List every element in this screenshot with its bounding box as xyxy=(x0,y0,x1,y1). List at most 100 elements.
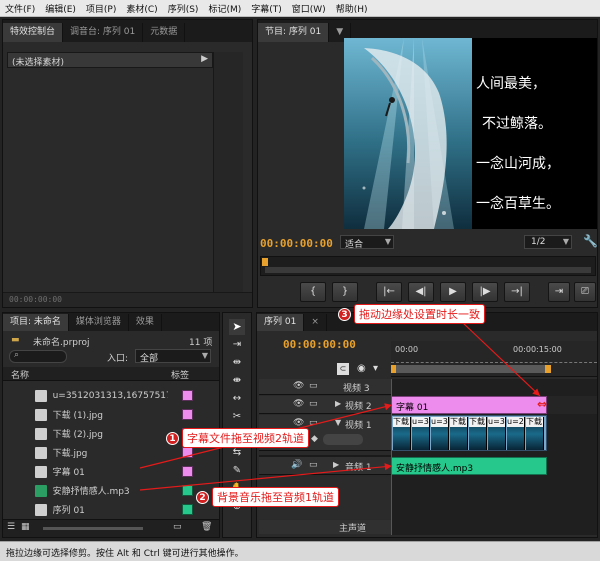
lift-button[interactable]: ⇥ xyxy=(548,282,570,302)
track-label: 主声道 xyxy=(339,524,367,534)
program-timecode[interactable]: 00:00:00:00 xyxy=(260,237,333,250)
label-swatch xyxy=(182,409,194,420)
tab-program[interactable]: 节目: 序列 01 xyxy=(258,23,330,42)
work-area-bar[interactable] xyxy=(391,365,551,373)
playhead-marker[interactable] xyxy=(391,365,396,373)
mark-out-button[interactable]: } xyxy=(332,282,358,302)
zoom-dropdown[interactable]: 1/2 ▼ xyxy=(524,235,572,249)
list-item[interactable]: 下载 (1).jpg xyxy=(3,405,194,424)
rolling-edit-icon[interactable]: ⇼ xyxy=(229,375,245,389)
pen-icon[interactable]: ✎ xyxy=(229,465,245,479)
zoom-slider[interactable] xyxy=(43,527,143,530)
scrub-track xyxy=(265,267,591,273)
callout-number: 1 xyxy=(166,431,179,445)
thumbnail: u=3 xyxy=(412,417,430,450)
premiere-window: 文件(F) 编辑(E) 项目(P) 素材(C) 序列(S) 标记(M) 字幕(T… xyxy=(0,0,600,561)
tab-effect-controls[interactable]: 特效控制台 xyxy=(3,23,64,42)
list-item[interactable]: 安静抒情感人.mp3 xyxy=(3,481,194,500)
tab-media-browser[interactable]: 媒体浏览器 xyxy=(69,314,129,331)
menu-title[interactable]: 字幕(T) xyxy=(246,2,287,15)
menu-help[interactable]: 帮助(H) xyxy=(331,2,373,15)
close-icon[interactable]: × xyxy=(304,314,327,331)
poem-text: 人间最美， 不过鲸落。 一念山河成， 一念百草生。 xyxy=(476,64,596,224)
playhead-marker[interactable] xyxy=(262,258,268,266)
list-view-icon[interactable]: ☰ xyxy=(7,522,15,532)
speaker-icon[interactable]: 🔊 xyxy=(291,460,302,470)
audio-clip[interactable]: 安静抒情感人.mp3 xyxy=(391,457,547,475)
slide-icon[interactable]: ⇆ xyxy=(229,447,245,461)
selection-tool-icon[interactable]: ➤ xyxy=(229,319,245,335)
eye-icon[interactable]: 👁 xyxy=(293,381,304,391)
menu-file[interactable]: 文件(F) xyxy=(0,2,40,15)
entry-dropdown[interactable]: 全部 ▼ xyxy=(135,349,211,364)
marker-icon[interactable]: ◉ xyxy=(357,363,366,374)
fit-dropdown[interactable]: 适合 ▼ xyxy=(340,235,394,250)
go-to-in-button[interactable]: |← xyxy=(376,282,402,302)
ruler-label-15s: 00:00:15:00 xyxy=(513,345,562,354)
menu-project[interactable]: 项目(P) xyxy=(81,2,121,15)
program-video-frame: 人间最美， 不过鲸落。 一念山河成， 一念百草生。 xyxy=(344,38,597,229)
icon-view-icon[interactable]: ▦ xyxy=(21,522,30,532)
menu-marker[interactable]: 标记(M) xyxy=(203,2,246,15)
tab-effects[interactable]: 效果 xyxy=(129,314,162,331)
no-clip-bar: (未选择素材) ▶ xyxy=(7,52,213,68)
ripple-edit-icon[interactable]: ⇹ xyxy=(229,357,245,371)
list-item[interactable]: 下载 (2).jpg xyxy=(3,424,194,443)
lock-icon[interactable]: ▭ xyxy=(309,399,318,409)
expand-arrow-icon[interactable]: ▶ xyxy=(335,399,341,408)
eye-icon[interactable]: 👁 xyxy=(293,418,304,428)
menu-edit[interactable]: 编辑(E) xyxy=(40,2,81,15)
col-name-header[interactable]: 名称 xyxy=(11,368,29,381)
list-item[interactable]: 字幕 01 xyxy=(3,462,194,481)
list-item[interactable]: 下载.jpg xyxy=(3,443,194,462)
menu-window[interactable]: 窗口(W) xyxy=(287,2,331,15)
lock-icon[interactable]: ▭ xyxy=(309,460,318,470)
work-area-end-handle[interactable] xyxy=(545,365,551,373)
play-button[interactable]: ▶ xyxy=(440,282,466,302)
lock-icon[interactable]: ▭ xyxy=(309,381,318,391)
col-label-header[interactable]: 标签 xyxy=(171,368,189,381)
trash-icon[interactable]: 🗑 xyxy=(201,522,212,532)
export-frame-button[interactable]: ⎚ xyxy=(574,282,596,302)
keyframe-icon[interactable]: ◆ xyxy=(311,434,318,444)
tab-sequence[interactable]: 序列 01 xyxy=(257,314,305,331)
opacity-pill[interactable] xyxy=(323,434,363,445)
timeline-timecode[interactable]: 00:00:00:00 xyxy=(283,338,356,351)
tab-audio-mixer[interactable]: 调音台: 序列 01 xyxy=(63,23,144,42)
file-name: 字幕 01 xyxy=(52,468,85,478)
title-clip[interactable]: 字幕 01 xyxy=(391,396,547,414)
program-scrub-bar[interactable] xyxy=(260,256,596,276)
mark-in-button[interactable]: { xyxy=(300,282,326,302)
video1-clip[interactable]: 下载 u=3 u=3 下载 下载 u=3 u=2 下载 xyxy=(391,415,547,451)
list-item[interactable]: 序列 01 xyxy=(3,500,194,517)
expand-arrow-icon[interactable]: ▶ xyxy=(201,54,208,64)
eye-icon[interactable]: 👁 xyxy=(293,399,304,409)
tab-project[interactable]: 项目: 未命名 xyxy=(3,314,69,331)
expand-arrow-icon[interactable]: ▶ xyxy=(333,460,339,469)
time-ruler[interactable]: 00:00 00:00:15:00 xyxy=(391,341,597,377)
menu-sequence[interactable]: 序列(S) xyxy=(163,2,204,15)
image-icon xyxy=(35,427,47,440)
rate-stretch-icon[interactable]: ↔ xyxy=(229,393,245,407)
keyframe-icon[interactable]: ▾ xyxy=(373,363,378,374)
menu-clip[interactable]: 素材(C) xyxy=(121,2,162,15)
image-icon xyxy=(35,408,47,421)
wrench-icon[interactable]: 🔧 xyxy=(583,234,598,248)
go-to-out-button[interactable]: →| xyxy=(504,282,530,302)
step-forward-button[interactable]: |▶ xyxy=(472,282,498,302)
label-swatch xyxy=(182,485,194,496)
track-select-icon[interactable]: ⇥ xyxy=(229,339,245,353)
list-item[interactable]: u=3512031313,1675751734 xyxy=(3,386,194,405)
step-back-button[interactable]: ◀| xyxy=(408,282,434,302)
effect-controls-tabbar: 特效控制台 调音台: 序列 01 元数据 xyxy=(3,20,252,42)
search-input[interactable]: ⌕ xyxy=(9,350,67,363)
tab-metadata[interactable]: 元数据 xyxy=(143,23,186,42)
playhead-line xyxy=(391,379,392,535)
snap-icon[interactable]: ⊂ xyxy=(337,363,349,375)
collapse-arrow-icon[interactable]: ▼ xyxy=(335,418,341,427)
track-label: 视频 1 xyxy=(345,421,372,431)
razor-icon[interactable]: ✂ xyxy=(229,411,245,425)
bin-icon[interactable]: ▭ xyxy=(173,522,182,532)
lock-icon[interactable]: ▭ xyxy=(309,418,318,428)
project-item-count: 11 项 xyxy=(189,338,213,348)
